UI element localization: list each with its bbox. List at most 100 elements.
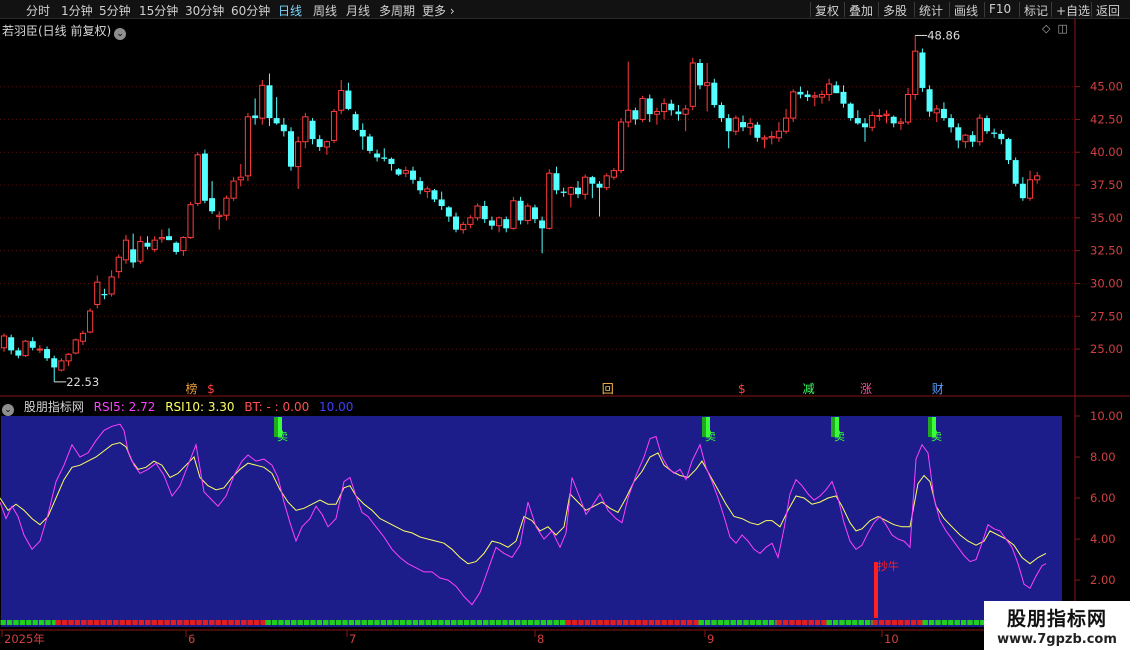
period-tab[interactable]: 30分钟 bbox=[185, 2, 224, 19]
candle-body bbox=[531, 207, 538, 220]
candle-body bbox=[273, 118, 280, 124]
candle-body bbox=[582, 176, 589, 195]
period-tab[interactable]: 日线 bbox=[278, 2, 302, 19]
candle-body bbox=[890, 116, 897, 124]
status-strip-cell bbox=[508, 620, 515, 625]
toolbar-tool-button[interactable]: F10 bbox=[989, 2, 1011, 16]
status-strip-cell bbox=[284, 620, 291, 625]
candle-body bbox=[445, 207, 452, 217]
event-marker: 财 bbox=[932, 382, 944, 396]
period-tab[interactable]: 周线 bbox=[313, 2, 337, 19]
candle-body bbox=[158, 237, 165, 240]
period-tab[interactable]: 分时 bbox=[26, 2, 50, 19]
candle-body bbox=[782, 117, 790, 132]
status-strip-cell bbox=[463, 620, 470, 625]
status-strip-cell bbox=[61, 620, 68, 625]
price-tick-label: 45.00 bbox=[1090, 80, 1123, 94]
price-tick-label: 30.00 bbox=[1090, 276, 1123, 290]
candle-body bbox=[539, 220, 546, 229]
toolbar-tool-button[interactable]: 多股 bbox=[883, 2, 907, 19]
candle-body bbox=[740, 122, 747, 128]
buy-signal-label: 抄牛 bbox=[877, 559, 899, 573]
status-strip-cell bbox=[839, 620, 845, 625]
status-strip-cell bbox=[74, 620, 81, 625]
candle-body bbox=[754, 124, 761, 138]
candle-body bbox=[682, 108, 689, 115]
candle-body bbox=[453, 216, 460, 230]
candle-body bbox=[904, 93, 912, 123]
status-strip-cell bbox=[215, 620, 221, 625]
status-strip-cell bbox=[164, 620, 170, 625]
toolbar-tool-button[interactable]: 叠加 bbox=[849, 2, 873, 19]
candle-body bbox=[661, 103, 668, 113]
candle-body bbox=[926, 89, 933, 112]
period-tab[interactable]: 更多 › bbox=[422, 2, 455, 19]
candle-body bbox=[625, 109, 632, 123]
status-strip-cell bbox=[515, 620, 521, 625]
candle-body bbox=[1012, 160, 1019, 184]
chart-area[interactable]: 25.00 27.50 30.00 32.50 35.00 37.50 40.00 42.50… bbox=[0, 19, 1130, 650]
status-strip-cell bbox=[885, 620, 891, 625]
period-tab[interactable]: 1分钟 bbox=[61, 2, 93, 19]
status-strip-cell bbox=[316, 620, 323, 625]
candle-body bbox=[252, 115, 259, 119]
candle-body bbox=[897, 121, 904, 124]
toolbar-separator bbox=[1019, 2, 1020, 17]
candle-body bbox=[833, 85, 840, 94]
candle-body bbox=[316, 139, 323, 147]
period-tab[interactable]: 15分钟 bbox=[139, 2, 178, 19]
candle-body bbox=[323, 141, 330, 148]
toolbar-tool-button[interactable]: 标记 bbox=[1024, 2, 1048, 19]
event-marker: $ bbox=[207, 382, 215, 396]
toolbar-tool-button[interactable]: 画线 bbox=[954, 2, 978, 19]
candle-body bbox=[632, 110, 639, 120]
status-strip-cell bbox=[45, 620, 51, 625]
status-strip-cell bbox=[661, 620, 667, 625]
rsi10-label: RSI10: 3.30 bbox=[165, 400, 235, 414]
toolbar-tool-button[interactable]: +自选 bbox=[1056, 2, 1090, 19]
status-strip-cell bbox=[476, 620, 483, 625]
candle-body bbox=[696, 62, 703, 86]
status-strip-cell bbox=[553, 620, 559, 625]
candle-body bbox=[488, 220, 495, 226]
price-tick-label: 25.00 bbox=[1090, 342, 1123, 356]
candle-body bbox=[718, 104, 725, 119]
candle-body bbox=[151, 239, 158, 250]
status-strip-cell bbox=[954, 620, 960, 625]
sell-signal-label: 卖 bbox=[705, 430, 716, 443]
status-strip-cell bbox=[170, 620, 177, 625]
toolbar-tool-button[interactable]: 返回 bbox=[1096, 2, 1120, 19]
candle-body bbox=[115, 256, 122, 273]
toolbar-tool-button[interactable]: 统计 bbox=[919, 2, 943, 19]
status-strip-cell bbox=[858, 620, 864, 625]
status-strip-cell bbox=[113, 620, 119, 625]
period-tab[interactable]: 5分钟 bbox=[99, 2, 131, 19]
status-strip-cell bbox=[948, 620, 954, 625]
candle-body bbox=[194, 154, 201, 204]
toolbar-tool-button[interactable]: 复权 bbox=[815, 2, 839, 19]
period-tab[interactable]: 月线 bbox=[346, 2, 370, 19]
price-tick-label: 35.00 bbox=[1090, 211, 1123, 225]
status-strip-cell bbox=[762, 620, 768, 625]
status-strip-cell bbox=[534, 620, 540, 625]
candle-body bbox=[295, 141, 302, 168]
candle-body bbox=[144, 242, 151, 247]
status-strip-cell bbox=[743, 620, 749, 625]
high-price-label: 48.86 bbox=[927, 28, 960, 42]
candle-body bbox=[122, 239, 130, 261]
candle-body bbox=[431, 190, 438, 200]
candle-body bbox=[1034, 175, 1041, 181]
status-strip-cell bbox=[196, 620, 202, 625]
status-strip-cell bbox=[151, 620, 157, 625]
status-strip-cell bbox=[845, 620, 852, 625]
candle-body bbox=[503, 219, 510, 229]
candle-body bbox=[166, 236, 173, 241]
status-strip-cell bbox=[367, 620, 374, 625]
status-strip-cell bbox=[935, 620, 941, 625]
status-strip-cell bbox=[271, 620, 278, 625]
period-tab[interactable]: 多周期 bbox=[379, 2, 415, 19]
event-marker: 减 bbox=[803, 382, 815, 396]
chevron-down-icon[interactable]: ⌄ bbox=[2, 404, 14, 416]
status-strip-cell bbox=[655, 620, 661, 625]
period-tab[interactable]: 60分钟 bbox=[231, 2, 270, 19]
